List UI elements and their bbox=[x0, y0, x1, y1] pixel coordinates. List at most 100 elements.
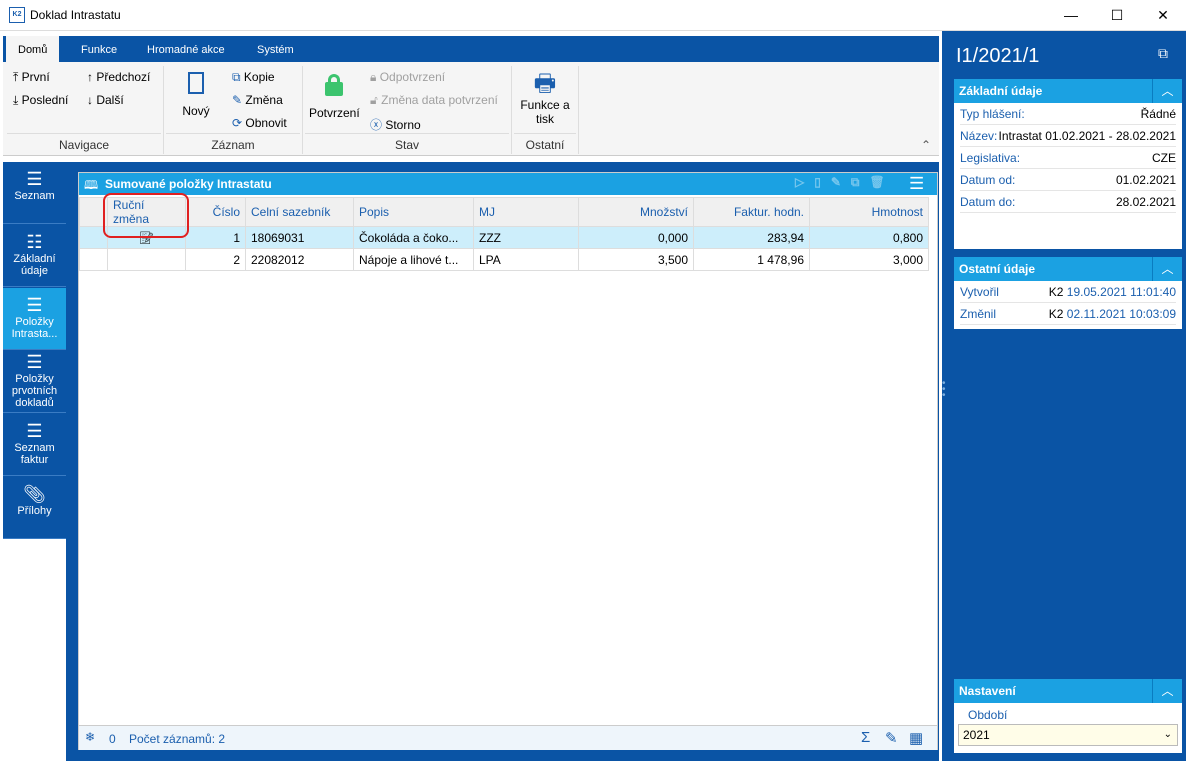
collapse-ribbon-icon[interactable]: ⌃ bbox=[921, 138, 931, 152]
sum-icon[interactable]: Σ bbox=[861, 729, 870, 746]
tab-funkce[interactable]: Funkce bbox=[81, 36, 117, 62]
col-mnozstvi[interactable]: Množství bbox=[578, 197, 694, 227]
group-navigace: Navigace bbox=[58, 138, 110, 152]
posledni-label: Poslední bbox=[21, 93, 69, 107]
obnovit-button[interactable]: ⟳ Obnovit bbox=[232, 116, 287, 130]
grid-header-row: Ruční změna Číslo Celní sazebník Popis M… bbox=[79, 197, 929, 227]
cell-cislo: 2 bbox=[185, 248, 246, 271]
novy-label: Nový bbox=[182, 104, 210, 118]
col-hmotnost[interactable]: Hmotnost bbox=[809, 197, 929, 227]
collapse-icon[interactable]: ︿ bbox=[1152, 79, 1182, 103]
cell-hmotnost: 0,800 bbox=[809, 226, 929, 249]
cell-mj: LPA bbox=[473, 248, 579, 271]
zmena-data-potvrzeni-button[interactable]: 🔓︎ Změna data potvrzení bbox=[370, 93, 498, 108]
left-nav: ☰ Seznam ☷ Základní údaje ☰ Položky Intrast… bbox=[3, 162, 66, 539]
cell-faktur: 283,94 bbox=[693, 226, 810, 249]
table-row[interactable]: 📝︎ 1 18069031 Čokoláda a čoko... ZZZ 0,0… bbox=[79, 226, 929, 249]
app-logo: K2 bbox=[9, 7, 25, 23]
tab-system[interactable]: Systém bbox=[257, 36, 294, 62]
field-zmenil: Změnil K2 02.11.2021 10:03:09 bbox=[960, 303, 1176, 325]
funkce-tisk-label: Funkce a tisk bbox=[520, 98, 570, 126]
collapse-icon[interactable]: ︿ bbox=[1152, 257, 1182, 281]
field-typ-hlaseni: Typ hlášení: Řádné bbox=[960, 103, 1176, 125]
right-panel: I1/2021/1 ⧉ Základní údaje ︿ Typ hlášení:… bbox=[942, 31, 1186, 761]
nav-polozky-intrastatu[interactable]: ☰ Položky Intrasta... bbox=[3, 288, 66, 350]
lock-open-icon: 🔓︎ bbox=[370, 93, 382, 107]
novy-button[interactable]: Nový bbox=[181, 72, 211, 118]
cell-hmotnost: 3,000 bbox=[809, 248, 929, 271]
zmena-label: Změna bbox=[245, 93, 283, 107]
field-datum-od: Datum od: 01.02.2021 bbox=[960, 169, 1176, 191]
field-label: Datum do: bbox=[960, 195, 1016, 209]
field-user: K2 bbox=[1048, 307, 1064, 321]
snowflake-icon[interactable]: ❄ bbox=[85, 730, 95, 744]
cell-mj: ZZZ bbox=[473, 226, 579, 249]
arrow-up-icon: ↑ bbox=[87, 70, 97, 84]
prvni-label: První bbox=[21, 70, 50, 84]
field-value: 28.02.2021 bbox=[1115, 195, 1176, 209]
odpotvrzeni-button[interactable]: 🔒︎ Odpotvrzení bbox=[370, 70, 445, 85]
col-popis[interactable]: Popis bbox=[353, 197, 474, 227]
frozen-count: 0 bbox=[109, 732, 116, 746]
group-ostatni: Ostatní bbox=[525, 138, 565, 152]
cell-mnozstvi: 3,500 bbox=[578, 248, 694, 271]
zmena-button[interactable]: ✎ Změna bbox=[232, 93, 283, 107]
field-label: Název: bbox=[960, 129, 998, 143]
nav-seznam-faktur[interactable]: ☰ Seznam faktur bbox=[3, 414, 66, 476]
obdobi-select[interactable]: 2021 ⌄ bbox=[958, 724, 1178, 746]
col-mj[interactable]: MJ bbox=[473, 197, 579, 227]
cell-popis: Nápoje a lihové t... bbox=[353, 248, 474, 271]
edit-icon[interactable]: ✎ bbox=[885, 729, 898, 747]
list-icon: ☰ bbox=[26, 352, 43, 372]
cell-sazebnik: 18069031 bbox=[245, 226, 354, 249]
collapse-icon[interactable]: ︿ bbox=[1152, 679, 1182, 703]
storno-button[interactable]: ⓧ Storno bbox=[370, 116, 421, 133]
field-value: 02.11.2021 10:03:09 bbox=[1066, 307, 1176, 321]
col-cislo[interactable]: Číslo bbox=[185, 197, 246, 227]
maximize-button[interactable]: ☐ bbox=[1094, 0, 1140, 31]
predchozi-label: Předchozí bbox=[96, 70, 151, 84]
kopie-button[interactable]: ⧉ Kopie bbox=[232, 70, 275, 85]
field-legislativa: Legislativa: CZE bbox=[960, 147, 1176, 169]
table-row[interactable]: 2 22082012 Nápoje a lihové t... LPA 3,50… bbox=[79, 248, 929, 271]
row-indicator[interactable] bbox=[79, 248, 108, 271]
field-value: 01.02.2021 bbox=[1115, 173, 1176, 187]
grid-settings-icon[interactable]: ▦ bbox=[909, 729, 923, 747]
list-icon: ☰ bbox=[26, 169, 43, 189]
funkce-tisk-button[interactable]: 🖶︎ Funkce a tisk bbox=[517, 70, 573, 126]
obnovit-label: Obnovit bbox=[245, 116, 287, 130]
highlight-annotation bbox=[103, 193, 189, 238]
popout-icon[interactable]: ⧉ bbox=[1158, 45, 1168, 62]
close-button[interactable]: ✕ bbox=[1140, 0, 1186, 31]
list-icon: ☰ bbox=[26, 295, 43, 315]
section-title: Nastavení bbox=[959, 684, 1016, 698]
record-count: Počet záznamů: 2 bbox=[129, 732, 226, 746]
field-user: K2 bbox=[1048, 285, 1064, 299]
minimize-button[interactable]: — bbox=[1048, 0, 1094, 31]
nav-label: Přílohy bbox=[17, 505, 52, 517]
tab-domu[interactable]: Domů bbox=[6, 36, 60, 62]
dalsi-label: Další bbox=[96, 93, 124, 107]
nav-zakladni-udaje[interactable]: ☷ Základní údaje bbox=[3, 225, 66, 287]
posledni-button[interactable]: ⤓ Poslední bbox=[13, 93, 68, 108]
window-title: Doklad Intrastatu bbox=[30, 8, 121, 22]
dropdown-icon[interactable]: ⌄ bbox=[1164, 725, 1172, 745]
dalsi-button[interactable]: ↓ Další bbox=[87, 93, 124, 107]
nav-polozky-prvotnich-dokladu[interactable]: ☰ Položky prvotních dokladů bbox=[3, 351, 66, 413]
splitter-handle[interactable]: • • • bbox=[942, 379, 950, 401]
tab-hromadne-akce[interactable]: Hromadné akce bbox=[147, 36, 225, 62]
prvni-button[interactable]: ⤒ První bbox=[13, 70, 50, 85]
col-celni-sazebnik[interactable]: Celní sazebník bbox=[245, 197, 354, 227]
obdobi-value: 2021 bbox=[963, 728, 990, 742]
odpotvrzeni-label: Odpotvrzení bbox=[379, 70, 446, 84]
cell-faktur: 1 478,96 bbox=[693, 248, 810, 271]
cancel-circle-icon: ⓧ bbox=[370, 118, 386, 132]
col-faktur-hodn[interactable]: Faktur. hodn. bbox=[693, 197, 810, 227]
predchozi-button[interactable]: ↑ Předchozí bbox=[87, 70, 150, 84]
potvrzeni-button[interactable]: Potvrzení bbox=[309, 72, 360, 120]
arrow-down-icon: ↓ bbox=[87, 93, 97, 107]
group-zaznam: Záznam bbox=[211, 138, 255, 152]
grid-menu-icon[interactable]: ☰ bbox=[909, 174, 924, 194]
nav-prilohy[interactable]: 📎︎ Přílohy bbox=[3, 477, 66, 539]
nav-seznam[interactable]: ☰ Seznam bbox=[3, 162, 66, 224]
